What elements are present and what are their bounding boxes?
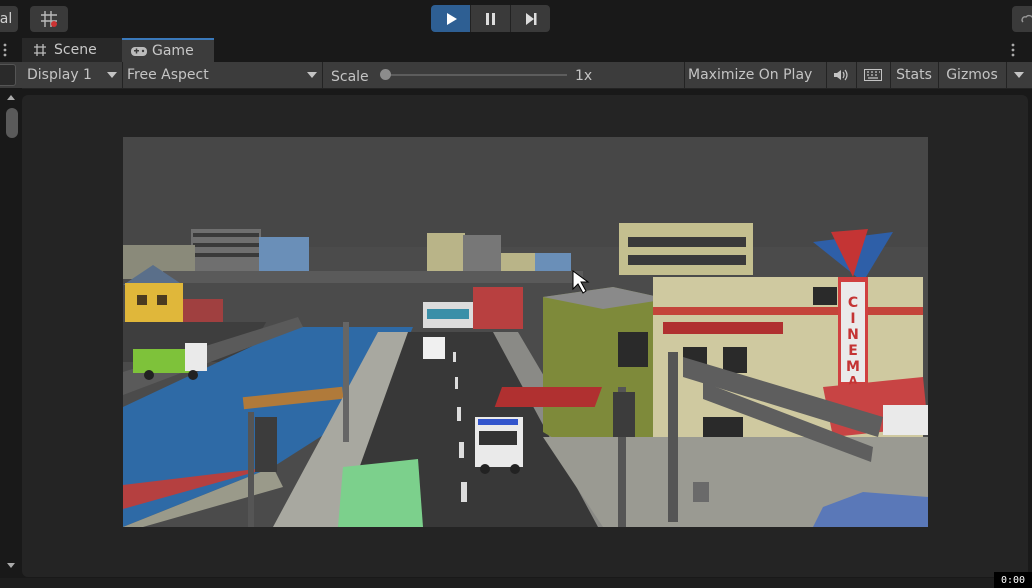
pause-icon [485,12,495,25]
keyboard-icon [864,69,882,81]
tab-game-label: Game [152,43,194,59]
scale-value: 1x [575,68,593,84]
stats-label: Stats [896,67,932,83]
chevron-down-icon [107,72,117,78]
tab-scene-label: Scene [54,42,97,58]
svg-text:M: M [846,359,860,375]
mute-audio-toggle[interactable] [826,62,857,88]
play-icon [446,12,457,25]
top-toolbar: al [0,0,1032,38]
vertical-scrollbar[interactable] [0,88,22,578]
scale-slider-handle[interactable] [380,69,391,80]
aspect-label: Free Aspect [127,67,209,83]
svg-text:I: I [850,311,855,327]
gamepad-icon [131,47,147,56]
maximize-label: Maximize On Play [688,67,813,83]
tab-game[interactable]: Game [122,38,214,62]
tab-strip: Scene Game [0,38,1032,63]
bottom-status-bar [0,578,1032,588]
cloud-icon [1021,14,1032,23]
display-label: Display 1 [27,67,92,83]
speaker-icon [834,69,848,81]
layout-label: al [0,11,13,27]
city-scene-render: C I N E M A [123,137,928,527]
step-button[interactable] [511,5,550,32]
gizmos-dropdown[interactable] [1006,62,1032,88]
svg-text:N: N [847,327,859,343]
target-selector[interactable] [0,64,16,86]
playback-controls [431,5,550,32]
tab-scene[interactable]: Scene [22,38,122,62]
cinema-sign-text: C [848,295,858,311]
game-view-controls: Display 1 Free Aspect Scale 1x Maximize … [0,62,1032,89]
play-button[interactable] [431,5,471,32]
svg-text:E: E [848,343,858,359]
scroll-thumb[interactable] [6,108,18,138]
grid-snap-icon [41,11,57,27]
scale-control: Scale 1x [322,62,685,88]
gizmos-label: Gizmos [946,67,998,83]
maximize-on-play-toggle[interactable]: Maximize On Play [684,62,827,88]
gizmos-button[interactable]: Gizmos [938,62,1007,88]
game-render-viewport[interactable]: C I N E M A [123,137,928,527]
pause-button[interactable] [471,5,511,32]
cloud-button[interactable] [1012,6,1032,32]
display-dropdown[interactable]: Display 1 [22,62,123,88]
chevron-down-icon [307,72,317,78]
scale-label: Scale [331,68,369,85]
layout-dropdown[interactable]: al [0,6,18,32]
timecode-badge: 0:00 [994,572,1032,588]
stats-button[interactable]: Stats [890,62,939,88]
chevron-down-icon [1014,72,1024,78]
panel-menu-dots-icon[interactable] [1010,42,1016,58]
snap-grid-button[interactable] [30,6,68,32]
timecode-label: 0:00 [1000,574,1026,586]
scale-slider-track[interactable] [384,74,567,76]
scroll-up-icon[interactable] [6,93,16,101]
aspect-dropdown[interactable]: Free Aspect [122,62,323,88]
police-car [475,417,523,474]
step-icon [525,12,536,25]
tab-menu-dots-icon[interactable] [2,42,8,58]
keyboard-toggle[interactable] [856,62,891,88]
scene-grid-icon [34,44,46,56]
scroll-down-icon[interactable] [6,562,16,570]
